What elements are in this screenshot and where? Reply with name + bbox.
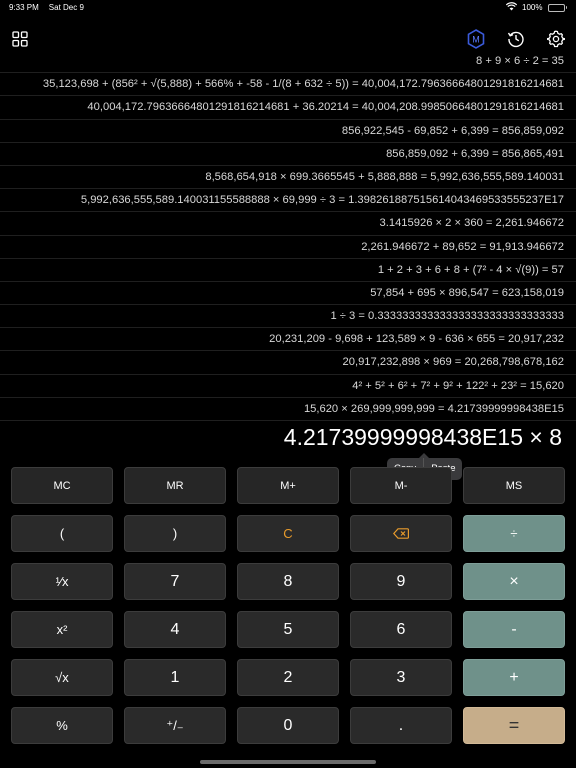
plus-button[interactable]: + xyxy=(463,659,565,696)
digit-2-button[interactable]: 2 xyxy=(237,659,339,696)
expression-display[interactable]: 4.21739999998438E15 × 8 xyxy=(284,424,562,451)
history-item[interactable]: 5,992,636,555,589.140031155588888 × 69,9… xyxy=(0,189,576,213)
history-item[interactable]: 15,620 × 269,999,999,999 = 4.21739999998… xyxy=(0,398,576,421)
memory-badge-label: M xyxy=(472,35,480,45)
battery-icon xyxy=(547,3,567,12)
home-indicator xyxy=(200,760,376,764)
decimal-button[interactable]: . xyxy=(350,707,452,744)
m-plus-button[interactable]: M+ xyxy=(237,467,339,504)
status-time: 9:33 PM xyxy=(9,3,39,12)
digit-3-button[interactable]: 3 xyxy=(350,659,452,696)
grid-icon[interactable] xyxy=(9,28,31,50)
sqrt-button[interactable]: √x xyxy=(11,659,113,696)
digit-8-button[interactable]: 8 xyxy=(237,563,339,600)
history-item[interactable]: 40,004,172.79636664801291816214681 + 36.… xyxy=(0,96,576,120)
digit-6-button[interactable]: 6 xyxy=(350,611,452,648)
equals-button[interactable]: = xyxy=(463,707,565,744)
multiply-button[interactable]: × xyxy=(463,563,565,600)
reciprocal-button[interactable]: ¹⁄x xyxy=(11,563,113,600)
divide-button[interactable]: ÷ xyxy=(463,515,565,552)
history-item[interactable]: 35,123,698 + (856² + √(5,888) + 566% + -… xyxy=(0,73,576,97)
clear-button[interactable]: C xyxy=(237,515,339,552)
mr-button[interactable]: MR xyxy=(124,467,226,504)
history-item[interactable]: 8 + 9 × 6 ÷ 2 = 35 xyxy=(0,50,576,74)
history-item[interactable]: 20,917,232,898 × 969 = 20,268,798,678,16… xyxy=(0,351,576,375)
m-minus-button[interactable]: M- xyxy=(350,467,452,504)
history-item[interactable]: 856,922,545 - 69,852 + 6,399 = 856,859,0… xyxy=(0,120,576,143)
history-item[interactable]: 856,859,092 + 6,399 = 856,865,491 xyxy=(0,143,576,166)
digit-7-button[interactable]: 7 xyxy=(124,563,226,600)
digit-4-button[interactable]: 4 xyxy=(124,611,226,648)
history-item[interactable]: 3.1415926 × 2 × 360 = 2,261.946672 xyxy=(0,212,576,236)
percent-button[interactable]: % xyxy=(11,707,113,744)
gear-icon[interactable] xyxy=(545,28,567,50)
history-item[interactable]: 4² + 5² + 6² + 7² + 9² + 122² + 23² = 15… xyxy=(0,375,576,398)
left-paren-button[interactable]: ( xyxy=(11,515,113,552)
digit-5-button[interactable]: 5 xyxy=(237,611,339,648)
history-item[interactable]: 1 + 2 + 3 + 6 + 8 + (7² - 4 × √(9)) = 57 xyxy=(0,259,576,282)
history-item[interactable]: 1 ÷ 3 = 0.333333333333333333333333333333 xyxy=(0,305,576,329)
history-list: 8 + 9 × 6 ÷ 2 = 35 35,123,698 + (856² + … xyxy=(0,50,576,421)
digit-0-button[interactable]: 0 xyxy=(237,707,339,744)
minus-button[interactable]: - xyxy=(463,611,565,648)
digit-9-button[interactable]: 9 xyxy=(350,563,452,600)
history-item[interactable]: 8,568,654,918 × 699.3665545 + 5,888,888 … xyxy=(0,166,576,190)
history-item[interactable]: 20,231,209 - 9,698 + 123,589 × 9 - 636 ×… xyxy=(0,328,576,352)
status-bar: 9:33 PM Sat Dec 9 100% xyxy=(0,0,576,16)
history-icon[interactable] xyxy=(505,28,527,50)
history-item[interactable]: 57,854 + 695 × 896,547 = 623,158,019 xyxy=(0,282,576,306)
backspace-icon xyxy=(393,528,409,539)
mc-button[interactable]: MC xyxy=(11,467,113,504)
digit-1-button[interactable]: 1 xyxy=(124,659,226,696)
square-button[interactable]: x² xyxy=(11,611,113,648)
history-item[interactable]: 2,261.946672 + 89,652 = 91,913.946672 xyxy=(0,236,576,259)
backspace-button[interactable] xyxy=(350,515,452,552)
toolbar: M xyxy=(0,26,576,52)
negate-button[interactable]: ⁺/₋ xyxy=(124,707,226,744)
battery-percent: 100% xyxy=(522,3,543,12)
status-date: Sat Dec 9 xyxy=(48,3,84,12)
ms-button[interactable]: MS xyxy=(463,467,565,504)
memory-badge-icon[interactable]: M xyxy=(465,28,487,50)
wifi-icon xyxy=(505,2,518,13)
right-paren-button[interactable]: ) xyxy=(124,515,226,552)
